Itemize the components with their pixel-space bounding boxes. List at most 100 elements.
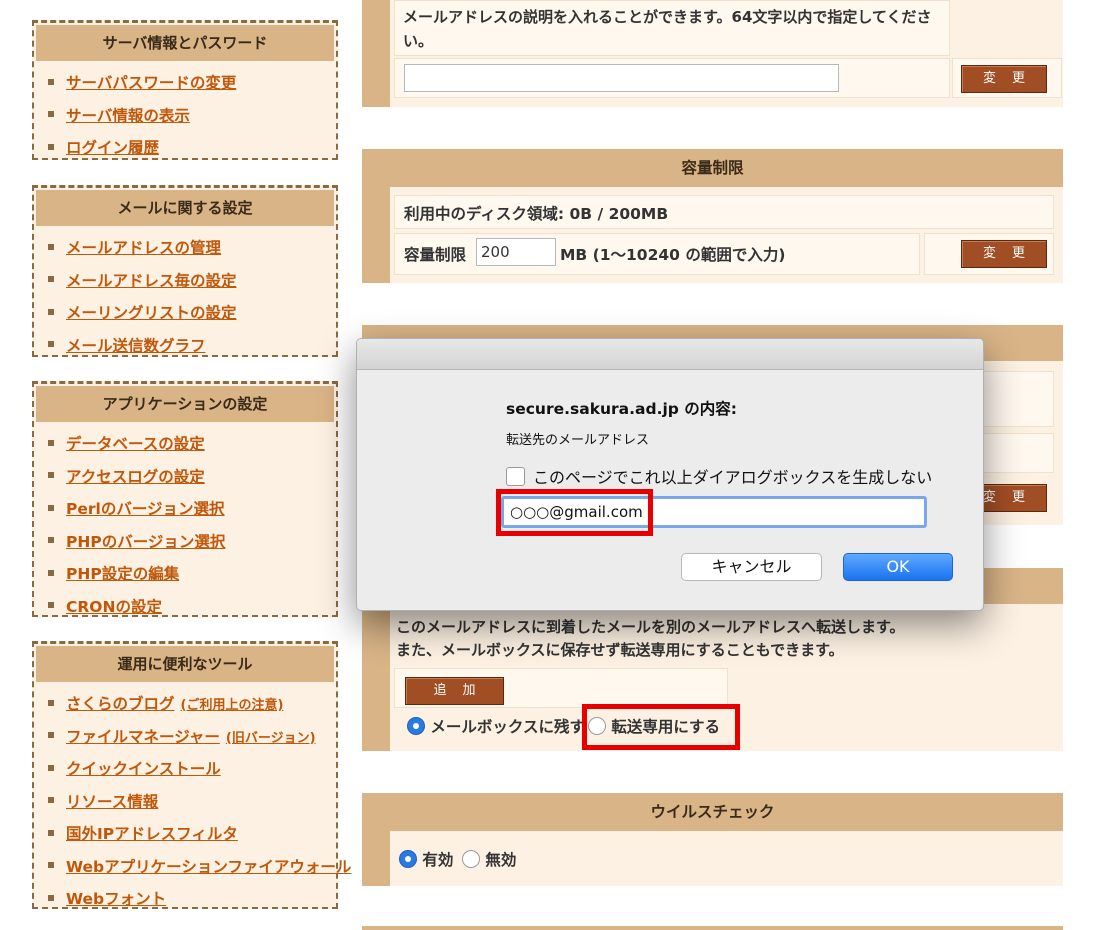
sidebar-item[interactable]: ファイルマネージャー (旧バージョン) bbox=[34, 721, 336, 754]
sidebar-link[interactable]: ログイン履歴 bbox=[66, 139, 159, 157]
sidebar-group-title: アプリケーションの設定 bbox=[36, 386, 334, 422]
bullet-icon bbox=[48, 143, 54, 150]
forward-desc-line1: このメールアドレスに到着したメールを別のメールアドレスへ転送します。 bbox=[396, 618, 905, 636]
add-forward-button[interactable]: 追加 bbox=[405, 677, 504, 705]
sidebar-item[interactable]: CRONの設定 bbox=[34, 591, 336, 624]
sidebar-item[interactable]: Webフォント bbox=[34, 883, 336, 916]
radio-unselected-icon[interactable] bbox=[462, 849, 480, 868]
bullet-icon bbox=[48, 472, 54, 478]
radio-keep-mailbox[interactable]: メールボックスに残す bbox=[407, 715, 585, 737]
cancel-button[interactable]: キャンセル bbox=[681, 553, 822, 581]
panel-side-bar bbox=[362, 187, 390, 283]
checkbox-icon[interactable] bbox=[506, 467, 525, 486]
highlight-box-address bbox=[496, 489, 653, 536]
sidebar-link[interactable]: メールアドレスの管理 bbox=[66, 239, 221, 257]
sidebar-link[interactable]: データベースの設定 bbox=[66, 435, 205, 453]
quota-change-button[interactable]: 変更 bbox=[961, 240, 1047, 268]
bullet-icon bbox=[48, 602, 54, 608]
bullet-icon bbox=[48, 537, 54, 543]
sidebar-group-server: サーバ情報とパスワード サーバパスワードの変更 サーバ情報の表示 ログイン履歴 bbox=[32, 20, 338, 160]
sidebar-item[interactable]: メーリングリストの設定 bbox=[34, 297, 336, 330]
sidebar-link[interactable]: CRONの設定 bbox=[66, 598, 162, 616]
ok-button[interactable]: OK bbox=[843, 553, 953, 581]
bullet-icon bbox=[48, 732, 54, 738]
sidebar-link[interactable]: PHP設定の編集 bbox=[66, 565, 179, 583]
sidebar-link[interactable]: メールアドレス毎の設定 bbox=[66, 272, 237, 290]
sidebar-item[interactable]: Webアプリケーションファイアウォール bbox=[34, 851, 351, 884]
sidebar-group-apps: アプリケーションの設定 データベースの設定 アクセスログの設定 Perlのバージ… bbox=[32, 381, 338, 617]
prompt-dialog: secure.sakura.ad.jp の内容: 転送先のメールアドレス このペ… bbox=[356, 338, 984, 611]
sidebar-item[interactable]: メールアドレス毎の設定 bbox=[34, 265, 336, 298]
disk-usage-text: 利用中のディスク領域: 0B / 200MB bbox=[404, 205, 669, 223]
panel-side-bar bbox=[362, 604, 390, 751]
radio-selected-icon[interactable] bbox=[399, 849, 417, 868]
sidebar-link[interactable]: クイックインストール bbox=[66, 760, 221, 778]
sidebar-item[interactable]: 国外IPアドレスフィルタ bbox=[34, 818, 336, 851]
sidebar-item[interactable]: Perlのバージョン選択 bbox=[34, 493, 336, 526]
panel-side-bar bbox=[362, 831, 390, 886]
sidebar-link[interactable]: ファイルマネージャー bbox=[66, 728, 220, 746]
virus-panel-title: ウイルスチェック bbox=[362, 793, 1063, 831]
sidebar-item[interactable]: メール送信数グラフ bbox=[34, 330, 336, 363]
sidebar-link[interactable]: Webアプリケーションファイアウォール bbox=[66, 858, 351, 876]
bullet-icon bbox=[48, 341, 54, 347]
dialog-titlebar bbox=[357, 339, 983, 370]
forward-desc-line2: また、メールボックスに保存せず転送専用にすることもできます。 bbox=[396, 641, 844, 659]
sidebar-group-mail: メールに関する設定 メールアドレスの管理 メールアドレス毎の設定 メーリングリス… bbox=[32, 185, 338, 357]
sidebar-link[interactable]: さくらのブログ bbox=[66, 695, 175, 713]
bullet-icon bbox=[48, 894, 54, 901]
dialog-message: 転送先のメールアドレス bbox=[506, 433, 650, 448]
sidebar-item[interactable]: アクセスログの設定 bbox=[34, 461, 336, 494]
radio-virus-on[interactable]: 有効 bbox=[399, 848, 453, 870]
sidebar-item[interactable]: メールアドレスの管理 bbox=[34, 232, 336, 265]
sidebar-note-link[interactable]: (旧バージョン) bbox=[226, 731, 316, 746]
radio-virus-off[interactable]: 無効 bbox=[462, 848, 516, 870]
sidebar-link[interactable]: アクセスログの設定 bbox=[66, 468, 205, 486]
suppress-dialogs-checkbox[interactable]: このページでこれ以上ダイアログボックスを生成しない bbox=[506, 464, 932, 488]
sidebar-link[interactable]: メーリングリストの設定 bbox=[66, 304, 237, 322]
quota-panel-title: 容量制限 bbox=[362, 149, 1063, 187]
bullet-icon bbox=[48, 276, 54, 282]
sidebar-item[interactable]: データベースの設定 bbox=[34, 428, 336, 461]
bullet-icon bbox=[48, 569, 54, 576]
next-panel-edge bbox=[362, 926, 1063, 930]
quota-limit-input[interactable]: 200 bbox=[476, 238, 556, 266]
sidebar-item[interactable]: PHP設定の編集 bbox=[34, 558, 336, 591]
sidebar-item[interactable]: クイックインストール bbox=[34, 753, 336, 786]
sidebar-group-tools: 運用に便利なツール さくらのブログ (ご利用上の注意) ファイルマネージャー (旧バ… bbox=[32, 641, 351, 909]
bullet-icon bbox=[48, 78, 54, 85]
bullet-icon bbox=[48, 504, 54, 511]
bullet-icon bbox=[48, 111, 54, 117]
bullet-icon bbox=[48, 797, 54, 803]
sidebar-link[interactable]: サーバ情報の表示 bbox=[66, 107, 190, 125]
bullet-icon bbox=[48, 439, 54, 446]
quota-limit-hint: MB (1〜10240 の範囲で入力) bbox=[560, 246, 786, 264]
description-change-button[interactable]: 変更 bbox=[961, 65, 1047, 93]
sidebar-group-title: 運用に便利なツール bbox=[36, 646, 334, 682]
sidebar-link[interactable]: 国外IPアドレスフィルタ bbox=[66, 825, 238, 843]
sidebar-link[interactable]: Perlのバージョン選択 bbox=[66, 500, 225, 518]
sidebar-item[interactable]: さくらのブログ (ご利用上の注意) bbox=[34, 688, 336, 721]
panel-side-bar bbox=[362, 0, 390, 107]
bullet-icon bbox=[48, 829, 54, 836]
description-input[interactable] bbox=[404, 64, 839, 92]
sidebar-link[interactable]: サーバパスワードの変更 bbox=[66, 74, 236, 92]
radio-selected-icon[interactable] bbox=[407, 716, 425, 735]
sidebar-link[interactable]: リソース情報 bbox=[66, 793, 158, 811]
description-help-line1: メールアドレスの説明を入れることができます。64文字以内で指定してくださ bbox=[403, 8, 932, 26]
highlight-box-forward-only bbox=[582, 704, 740, 750]
sidebar-item[interactable]: PHPのバージョン選択 bbox=[34, 526, 336, 559]
sidebar-link[interactable]: Webフォント bbox=[66, 890, 166, 908]
radio-virus-off-label: 無効 bbox=[485, 851, 517, 869]
sidebar-note-link[interactable]: (ご利用上の注意) bbox=[181, 698, 284, 713]
sidebar-link[interactable]: PHPのバージョン選択 bbox=[66, 533, 225, 551]
bullet-icon bbox=[48, 243, 54, 250]
sidebar-item[interactable]: サーバパスワードの変更 bbox=[34, 67, 336, 100]
sidebar-link[interactable]: メール送信数グラフ bbox=[66, 337, 206, 355]
sidebar-group-title: メールに関する設定 bbox=[36, 190, 334, 226]
sidebar-item[interactable]: リソース情報 bbox=[34, 786, 336, 819]
sidebar-group-title: サーバ情報とパスワード bbox=[36, 25, 334, 61]
sidebar-item[interactable]: ログイン履歴 bbox=[34, 132, 336, 165]
dialog-title: secure.sakura.ad.jp の内容: bbox=[506, 400, 737, 418]
sidebar-item[interactable]: サーバ情報の表示 bbox=[34, 100, 336, 133]
